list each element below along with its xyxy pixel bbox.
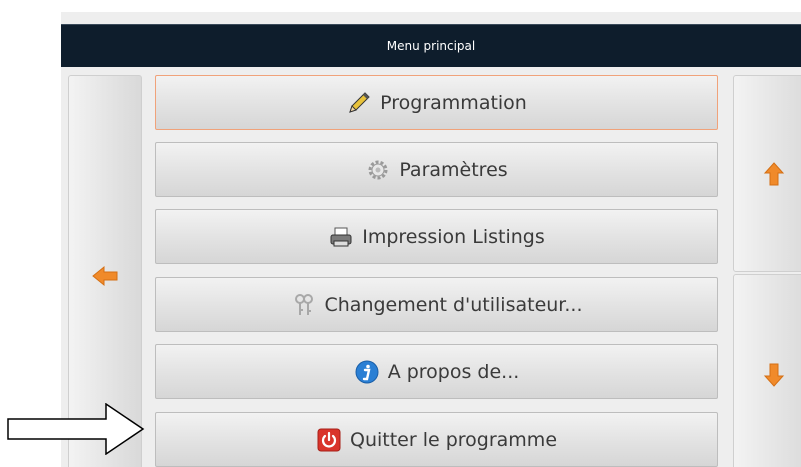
changement-utilisateur-label: Changement d'utilisateur... bbox=[324, 293, 583, 316]
keys-icon bbox=[291, 292, 317, 318]
programmation-label: Programmation bbox=[380, 91, 527, 114]
a-propos-button[interactable]: A propos de... bbox=[155, 344, 718, 399]
info-icon bbox=[354, 359, 380, 385]
power-icon bbox=[316, 427, 342, 453]
scroll-down-button[interactable] bbox=[733, 274, 801, 467]
changement-utilisateur-button[interactable]: Changement d'utilisateur... bbox=[155, 277, 718, 332]
printer-icon bbox=[328, 224, 354, 250]
arrow-up-icon bbox=[763, 161, 785, 185]
a-propos-label: A propos de... bbox=[387, 360, 520, 383]
pointer-arrow-annotation bbox=[7, 403, 145, 455]
parametres-button[interactable]: Paramètres bbox=[155, 142, 718, 197]
quitter-button[interactable]: Quitter le programme bbox=[155, 412, 718, 467]
arrow-down-icon bbox=[763, 363, 785, 387]
programmation-button[interactable]: Programmation bbox=[155, 75, 718, 130]
impression-listings-label: Impression Listings bbox=[362, 225, 545, 248]
parametres-label: Paramètres bbox=[399, 158, 508, 181]
gear-icon bbox=[365, 157, 391, 183]
pencil-icon bbox=[346, 90, 372, 116]
scroll-up-button[interactable] bbox=[733, 75, 801, 272]
arrow-left-icon bbox=[92, 265, 118, 287]
title-bar: Menu principal bbox=[61, 24, 801, 67]
quitter-label: Quitter le programme bbox=[349, 428, 558, 451]
impression-listings-button[interactable]: Impression Listings bbox=[155, 209, 718, 264]
app-window: Menu principal Programmation Paramètres … bbox=[61, 0, 801, 467]
window-title: Menu principal bbox=[386, 39, 476, 53]
